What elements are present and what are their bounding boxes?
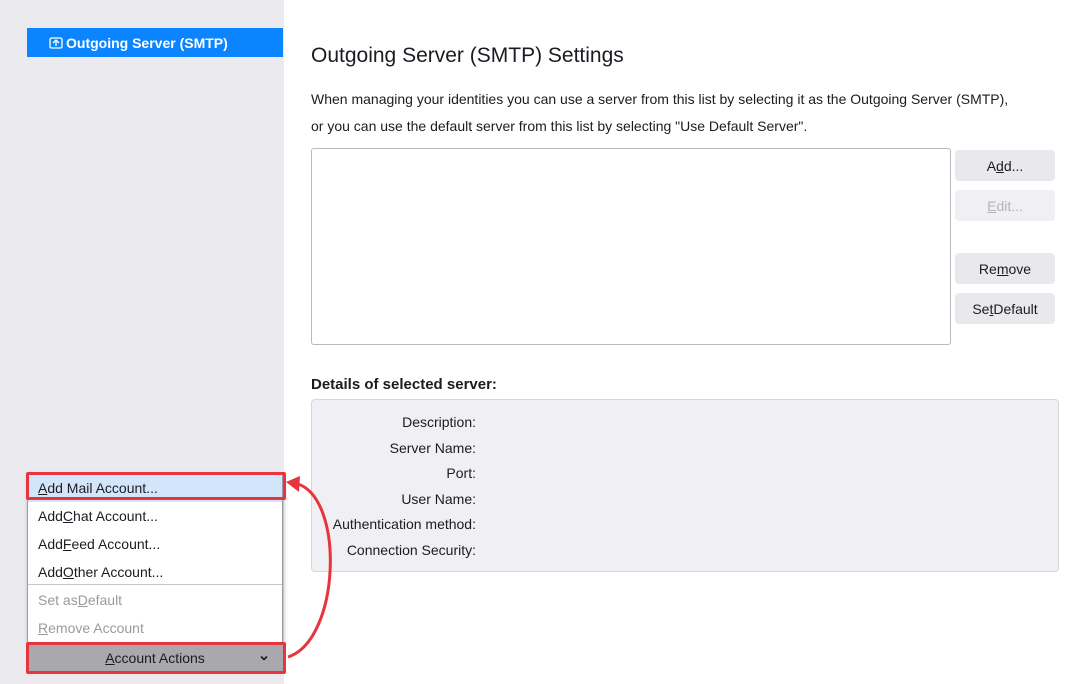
edit-button-label-post: dit...	[996, 197, 1023, 214]
set-as-default-label-pre: Set as	[38, 592, 78, 608]
remove-server-button[interactable]: Re m ove	[955, 253, 1055, 284]
add-chat-accesskey: C	[62, 508, 74, 524]
menu-item-add-feed-account[interactable]: Add Feed Account...	[28, 530, 282, 558]
menu-item-remove-account[interactable]: Remove Account	[28, 614, 282, 642]
edit-button-accesskey: E	[987, 197, 997, 214]
sidebar-item-outgoing-server[interactable]: Outgoing Server (SMTP)	[27, 28, 283, 57]
remove-button-accesskey: m	[996, 260, 1009, 277]
account-actions-button[interactable]: Account Actions	[27, 644, 283, 672]
detail-label-port: Port:	[446, 465, 476, 481]
description-line-1: When managing your identities you can us…	[311, 91, 1009, 107]
add-other-accesskey: O	[62, 564, 74, 580]
add-button-label-pre: A	[986, 157, 997, 174]
remove-account-label-post: emove Account	[48, 620, 144, 636]
detail-label-connection-security: Connection Security:	[346, 542, 476, 558]
remove-button-label-post: ove	[1008, 260, 1032, 277]
description-line-2: or you can use the default server from t…	[311, 118, 808, 134]
menu-item-add-other-account[interactable]: Add Other Account...	[28, 558, 282, 586]
add-button-accesskey: d	[996, 157, 1004, 174]
detail-label-user-name: User Name:	[401, 491, 476, 507]
account-actions-accesskey: A	[105, 650, 115, 666]
set-as-default-accesskey: D	[77, 592, 88, 608]
remove-account-accesskey: R	[38, 620, 49, 636]
smtp-server-list[interactable]	[311, 148, 951, 345]
server-details-box: Description: Server Name: Port: User Nam…	[311, 399, 1059, 572]
add-feed-label-post: eed Account...	[71, 536, 161, 552]
edit-server-button[interactable]: Edit...	[955, 190, 1055, 221]
menu-item-set-as-default[interactable]: Set as Default	[28, 586, 282, 614]
account-actions-label-post: ccount Actions	[114, 650, 205, 666]
add-other-label-pre: Add	[38, 564, 63, 580]
set-default-label-post: Default	[993, 300, 1038, 317]
set-as-default-label-post: efault	[87, 592, 123, 608]
add-chat-label-pre: Add	[38, 508, 63, 524]
add-button-label-post: d...	[1003, 157, 1024, 174]
menu-item-add-mail-account[interactable]: Add Mail Account...	[28, 474, 282, 502]
set-default-label-pre: Se	[972, 300, 990, 317]
add-server-button[interactable]: Ad d...	[955, 150, 1055, 181]
add-mail-accesskey: A	[38, 480, 48, 496]
sidebar-item-label: Outgoing Server (SMTP)	[66, 34, 228, 51]
detail-label-auth-method: Authentication method:	[332, 516, 476, 532]
details-heading: Details of selected server:	[311, 376, 497, 393]
remove-button-label-pre: Re	[978, 260, 997, 277]
add-feed-label-pre: Add	[38, 536, 63, 552]
server-icon	[49, 36, 63, 50]
account-actions-menu: Add Mail Account... Add Chat Account... …	[27, 473, 283, 644]
detail-label-server-name: Server Name:	[389, 440, 476, 456]
set-default-server-button[interactable]: Se t Default	[955, 293, 1055, 324]
menu-item-add-chat-account[interactable]: Add Chat Account...	[28, 502, 282, 530]
add-chat-label-post: hat Account...	[73, 508, 158, 524]
add-feed-accesskey: F	[62, 536, 72, 552]
add-other-label-post: ther Account...	[73, 564, 164, 580]
detail-label-description: Description:	[402, 414, 476, 430]
chevron-down-icon	[259, 650, 269, 666]
page-title: Outgoing Server (SMTP) Settings	[311, 44, 624, 67]
add-mail-label-post: dd Mail Account...	[47, 480, 158, 496]
menu-separator	[28, 584, 282, 585]
